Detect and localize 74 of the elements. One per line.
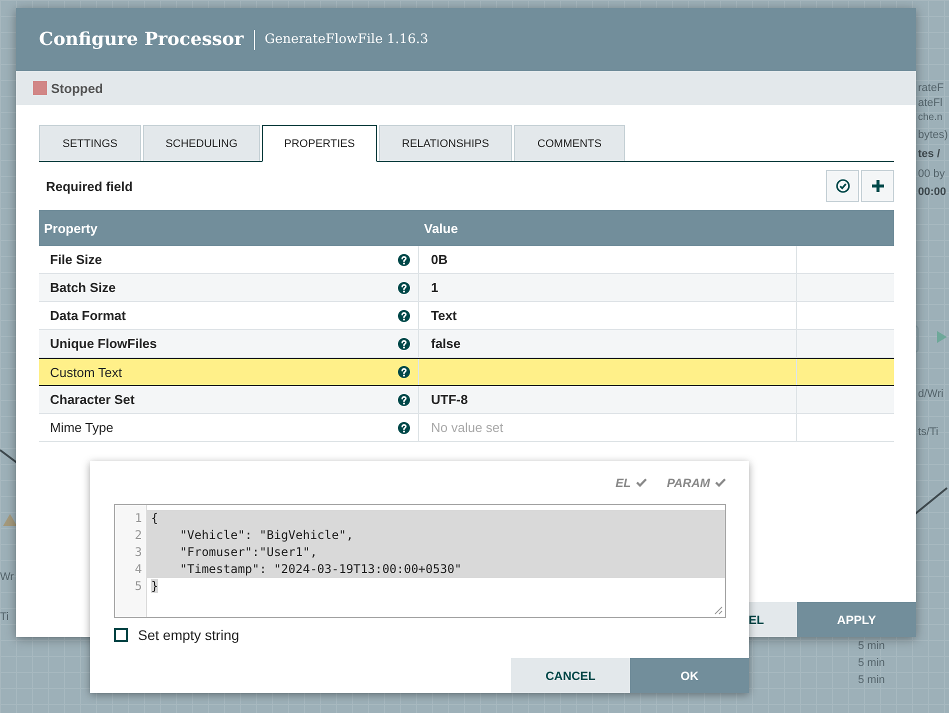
value-cell[interactable]: Text (419, 302, 797, 329)
plus-icon (870, 179, 884, 193)
table-row[interactable]: Unique FlowFiles false (39, 330, 894, 358)
property-name: File Size (50, 252, 102, 267)
tab[interactable]: SCHEDULING (143, 125, 260, 161)
code-editor[interactable]: 1 2 3 4 5 { "Vehicle": "BigVehicle", "Fromuser":"User1", "Timestamp": "2024-03-19T13:00:00+0530" } (114, 504, 726, 618)
help-icon[interactable] (398, 394, 410, 406)
table-row[interactable]: Data Format Text (39, 302, 894, 330)
canvas-text: tes / (918, 148, 940, 160)
help-icon[interactable] (398, 338, 410, 350)
canvas-text: 5 min (858, 657, 885, 670)
table-row[interactable]: Batch Size 1 (39, 274, 894, 302)
canvas-text: ateFl (918, 97, 942, 110)
table-row[interactable]: Mime Type No value set (39, 414, 894, 442)
value-cell[interactable]: 0B (419, 246, 797, 273)
property-name: Mime Type (50, 420, 114, 435)
canvas-text: 5 min (858, 640, 885, 652)
property-name: Batch Size (50, 280, 116, 295)
canvas-text: 00:00 (918, 186, 946, 198)
cancel-button[interactable]: CANCEL (511, 658, 630, 693)
check-circle-icon (836, 179, 850, 193)
value-cell[interactable]: UTF-8 (419, 386, 797, 413)
property-name: Custom Text (50, 364, 122, 380)
resize-grip-icon[interactable] (714, 606, 723, 615)
canvas-text: 00 by (918, 168, 945, 180)
status-label: Stopped (51, 80, 103, 96)
tab[interactable]: SETTINGS (39, 125, 141, 161)
checkbox-label: Set empty string (138, 627, 240, 643)
help-icon[interactable] (398, 282, 410, 294)
canvas-text: d/Wri (918, 388, 944, 400)
dialog-subtitle: GenerateFlowFile 1.16.3 (264, 32, 428, 47)
canvas-text: Ti (0, 611, 9, 624)
tab[interactable]: PROPERTIES (262, 125, 377, 162)
value-cell[interactable]: 1 (419, 274, 797, 301)
line-number: 5 (134, 578, 143, 595)
table-row[interactable]: Character Set UTF-8 (39, 386, 894, 414)
code-line: "Timestamp": "2024-03-19T13:00:00+0530" (178, 562, 462, 576)
warning-icon (3, 514, 17, 526)
value-cell[interactable]: false (419, 330, 797, 357)
line-number: 4 (134, 561, 143, 578)
add-button[interactable] (861, 170, 894, 202)
column-header: Value (423, 220, 459, 238)
column-header: Property (43, 220, 98, 238)
dialog-title: Configure Processor (39, 30, 255, 50)
checkbox[interactable] (114, 628, 128, 642)
canvas-text: bytes) (918, 129, 948, 142)
line-number: 3 (134, 544, 143, 561)
table-row[interactable]: Custom Text (39, 358, 894, 386)
help-icon[interactable] (398, 254, 410, 266)
code-line: "Vehicle": "BigVehicle", (178, 528, 354, 542)
property-name: Data Format (50, 308, 126, 323)
line-number: 1 (134, 510, 143, 527)
flag-label: EL (616, 476, 631, 490)
play-icon (936, 330, 948, 344)
code-line: { (151, 511, 158, 525)
help-icon[interactable] (398, 422, 410, 434)
flag-label: PARAM (666, 476, 710, 490)
canvas-text: rateF (918, 82, 944, 94)
canvas-text: 5 min (858, 674, 885, 686)
property-name: Unique FlowFiles (50, 336, 157, 351)
help-icon[interactable] (398, 366, 410, 378)
tab[interactable]: COMMENTS (514, 125, 625, 161)
tab[interactable]: RELATIONSHIPS (379, 125, 512, 161)
property-name: Character Set (50, 392, 135, 407)
canvas-text: Wr (0, 571, 14, 584)
line-number: 2 (134, 527, 143, 544)
required-field-label: Required field (45, 178, 133, 194)
verify-button[interactable] (826, 170, 859, 202)
code-line: "Fromuser":"User1", (178, 545, 318, 559)
help-icon[interactable] (398, 310, 410, 322)
connector-line (913, 486, 949, 516)
canvas-text: che.n (918, 112, 942, 123)
table-row[interactable]: File Size 0B (39, 246, 894, 274)
canvas-text: ts/Ti (918, 426, 938, 438)
